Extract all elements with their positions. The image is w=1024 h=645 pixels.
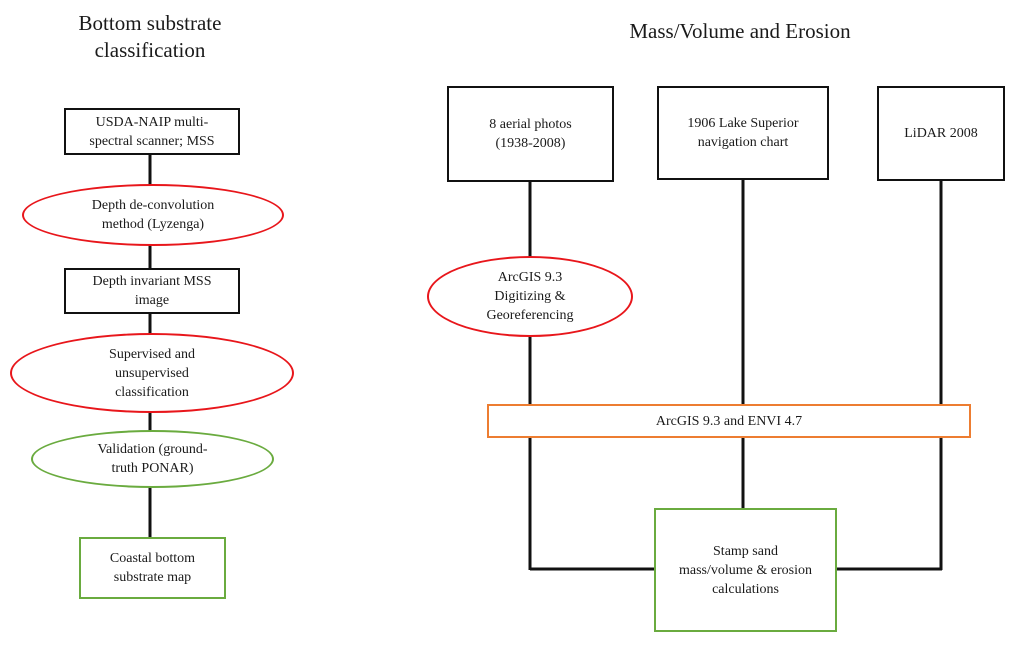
node-usda-naip[interactable]: USDA-NAIP multi- spectral scanner; MSS xyxy=(64,108,240,155)
node-digitizing[interactable]: ArcGIS 9.3 Digitizing & Georeferencing xyxy=(427,256,633,337)
node-substrate-map[interactable]: Coastal bottom substrate map xyxy=(79,537,226,599)
node-classification[interactable]: Supervised and unsupervised classificati… xyxy=(10,333,294,413)
left-panel-title: Bottom substrate classification xyxy=(78,11,222,62)
node-output[interactable]: Stamp sand mass/volume & erosion calcula… xyxy=(654,508,837,632)
node-depth-deconvolution[interactable]: Depth de-convolution method (Lyzenga) xyxy=(22,184,284,246)
node-aerial-photos[interactable]: 8 aerial photos (1938-2008) xyxy=(447,86,614,182)
node-depth-invariant[interactable]: Depth invariant MSS image xyxy=(64,268,240,314)
node-software-bar[interactable]: ArcGIS 9.3 and ENVI 4.7 xyxy=(487,404,971,438)
right-panel-title: Mass/Volume and Erosion xyxy=(629,19,851,43)
node-validation[interactable]: Validation (ground- truth PONAR) xyxy=(31,430,274,488)
node-lidar[interactable]: LiDAR 2008 xyxy=(877,86,1005,181)
node-nav-chart[interactable]: 1906 Lake Superior navigation chart xyxy=(657,86,829,180)
